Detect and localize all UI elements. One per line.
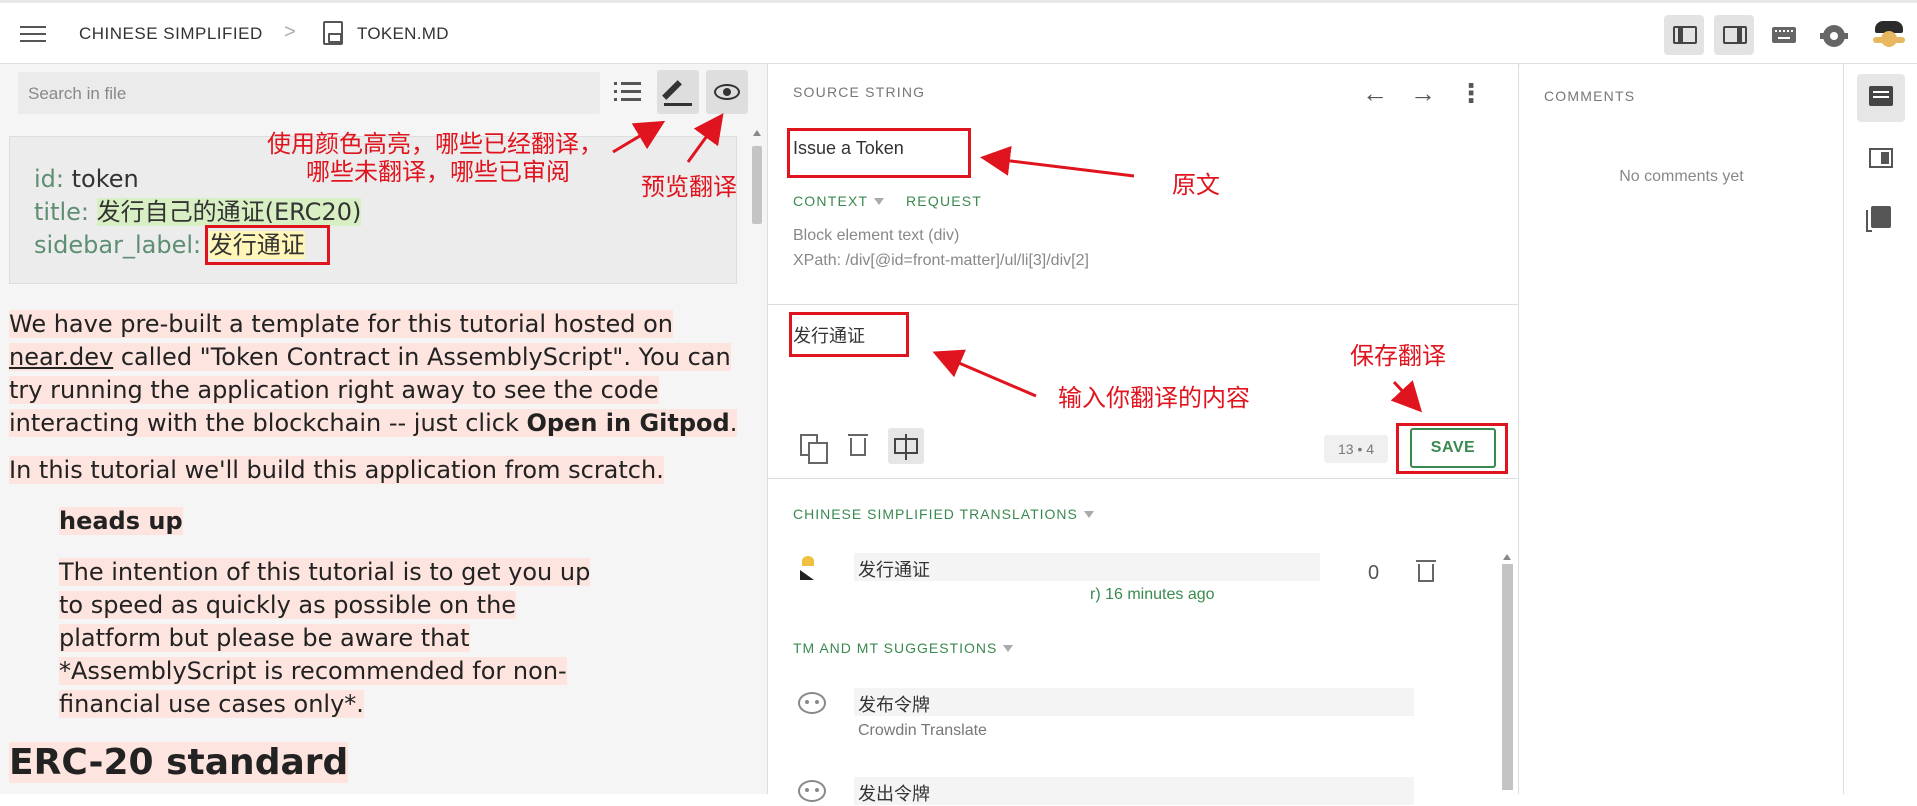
breadcrumb-language[interactable]: CHINESE SIMPLIFIED [79,24,263,44]
trash-icon [1416,560,1436,582]
vote-count: 0 [1368,562,1380,584]
link[interactable]: near.dev [9,343,113,371]
translator-avatar [796,552,828,584]
comments-empty: No comments yet [1619,168,1744,185]
breadcrumb-separator: > [284,21,296,43]
annotation-box [1396,423,1508,474]
fm-value[interactable]: token [72,165,139,193]
segment[interactable]: The intention of this tutorial is to get… [59,558,591,718]
fm-value[interactable]: 发行自己的通证(ERC20) [96,198,362,226]
top-bar: CHINESE SIMPLIFIED > TOKEN.MD [0,0,1917,64]
details-tab[interactable] [1857,134,1905,182]
settings-button[interactable] [1813,15,1853,55]
layout-right-icon [1723,26,1747,44]
fm-key: id: [34,165,64,193]
gear-icon [1820,25,1848,47]
tags-button[interactable] [888,428,924,464]
menu-icon[interactable] [20,23,46,43]
keyboard-shortcuts-button[interactable] [1764,15,1804,55]
annotation-box [787,128,971,178]
panel-icon [1869,148,1893,168]
translations-title[interactable]: CHINESE SIMPLIFIED TRANSLATIONS [793,506,1094,523]
right-rail [1843,64,1917,794]
segment[interactable]: heads up [59,507,183,535]
context-element: Block element text (div) [793,227,960,244]
robot-icon [798,780,826,802]
fm-key: title: [34,198,90,226]
list-icon[interactable] [614,78,642,106]
comments-tab[interactable] [1857,74,1905,122]
delete-translation-button[interactable] [1408,554,1444,590]
annotation-text: 原文 [1172,171,1220,199]
segment[interactable]: In this tutorial we'll build this applic… [9,456,664,484]
layout-right-button[interactable] [1714,15,1754,55]
stack-icon [1866,206,1891,232]
request-link[interactable]: REQUEST [906,193,982,209]
caret-down-icon [1003,645,1014,657]
trash-icon [848,434,868,456]
annotation-text: 保存翻译 [1350,342,1446,370]
more-vert-icon[interactable]: ⋮ [1456,78,1486,108]
suggestion-text[interactable]: 发出令牌 [858,780,930,806]
context-toggle[interactable]: CONTEXT [793,193,885,210]
robot-icon [798,692,826,714]
copy-icon [800,434,828,464]
breadcrumb-file[interactable]: TOKEN.MD [357,24,449,44]
left-scrollbar[interactable] [750,126,764,786]
text-cursor-icon [894,434,918,460]
chat-icon [1869,86,1893,106]
translation-meta: r) 16 minutes ago [1090,586,1215,603]
search-input[interactable]: Search in file [18,72,600,114]
existing-translation[interactable]: 发行通证 [858,556,930,582]
preview-content: We have pre-built a template for this tu… [9,308,744,785]
segment-heading[interactable]: ERC-20 standard [9,742,349,783]
annotation-text: 输入你翻译的内容 [1058,384,1250,412]
suggestion-text[interactable]: 发布令牌 [858,691,930,717]
arrow-left-icon[interactable]: ← [1360,78,1390,108]
annotation-box [789,312,909,357]
char-counter: 13 • 4 [1324,435,1388,463]
annotation-box [205,225,330,265]
comments-panel: COMMENTS No comments yet [1520,64,1843,794]
glossary-tab[interactable] [1857,194,1905,242]
comments-title: COMMENTS [1544,88,1636,104]
annotation-text: 预览翻译 [641,173,737,201]
preview-mode-button[interactable] [706,70,748,114]
pencil-icon [662,80,682,100]
keyboard-icon [1772,27,1796,43]
suggestions-scrollbar[interactable] [1499,548,1515,794]
clear-button[interactable] [840,428,876,464]
context-xpath: XPath: /div[@id=front-matter]/ul/li[3]/d… [793,252,1089,269]
fm-key: sidebar_label: [34,231,202,259]
caret-down-icon [874,198,885,210]
copy-source-button[interactable] [792,428,828,464]
arrow-right-icon[interactable]: → [1408,78,1438,108]
eye-icon [714,84,740,100]
source-string-label: SOURCE STRING [793,84,926,100]
avatar[interactable] [1871,17,1907,53]
highlight-mode-button[interactable] [657,70,699,114]
segment[interactable]: We have pre-built a template for this tu… [9,310,738,437]
annotation-text: 哪些未翻译，哪些已审阅 [306,158,570,186]
suggestion-source: Crowdin Translate [858,722,987,739]
file-icon [323,21,343,45]
layout-left-button[interactable] [1664,15,1704,55]
caret-down-icon [1083,511,1094,523]
suggestions-title[interactable]: TM AND MT SUGGESTIONS [793,640,1014,657]
layout-left-icon [1673,26,1697,44]
